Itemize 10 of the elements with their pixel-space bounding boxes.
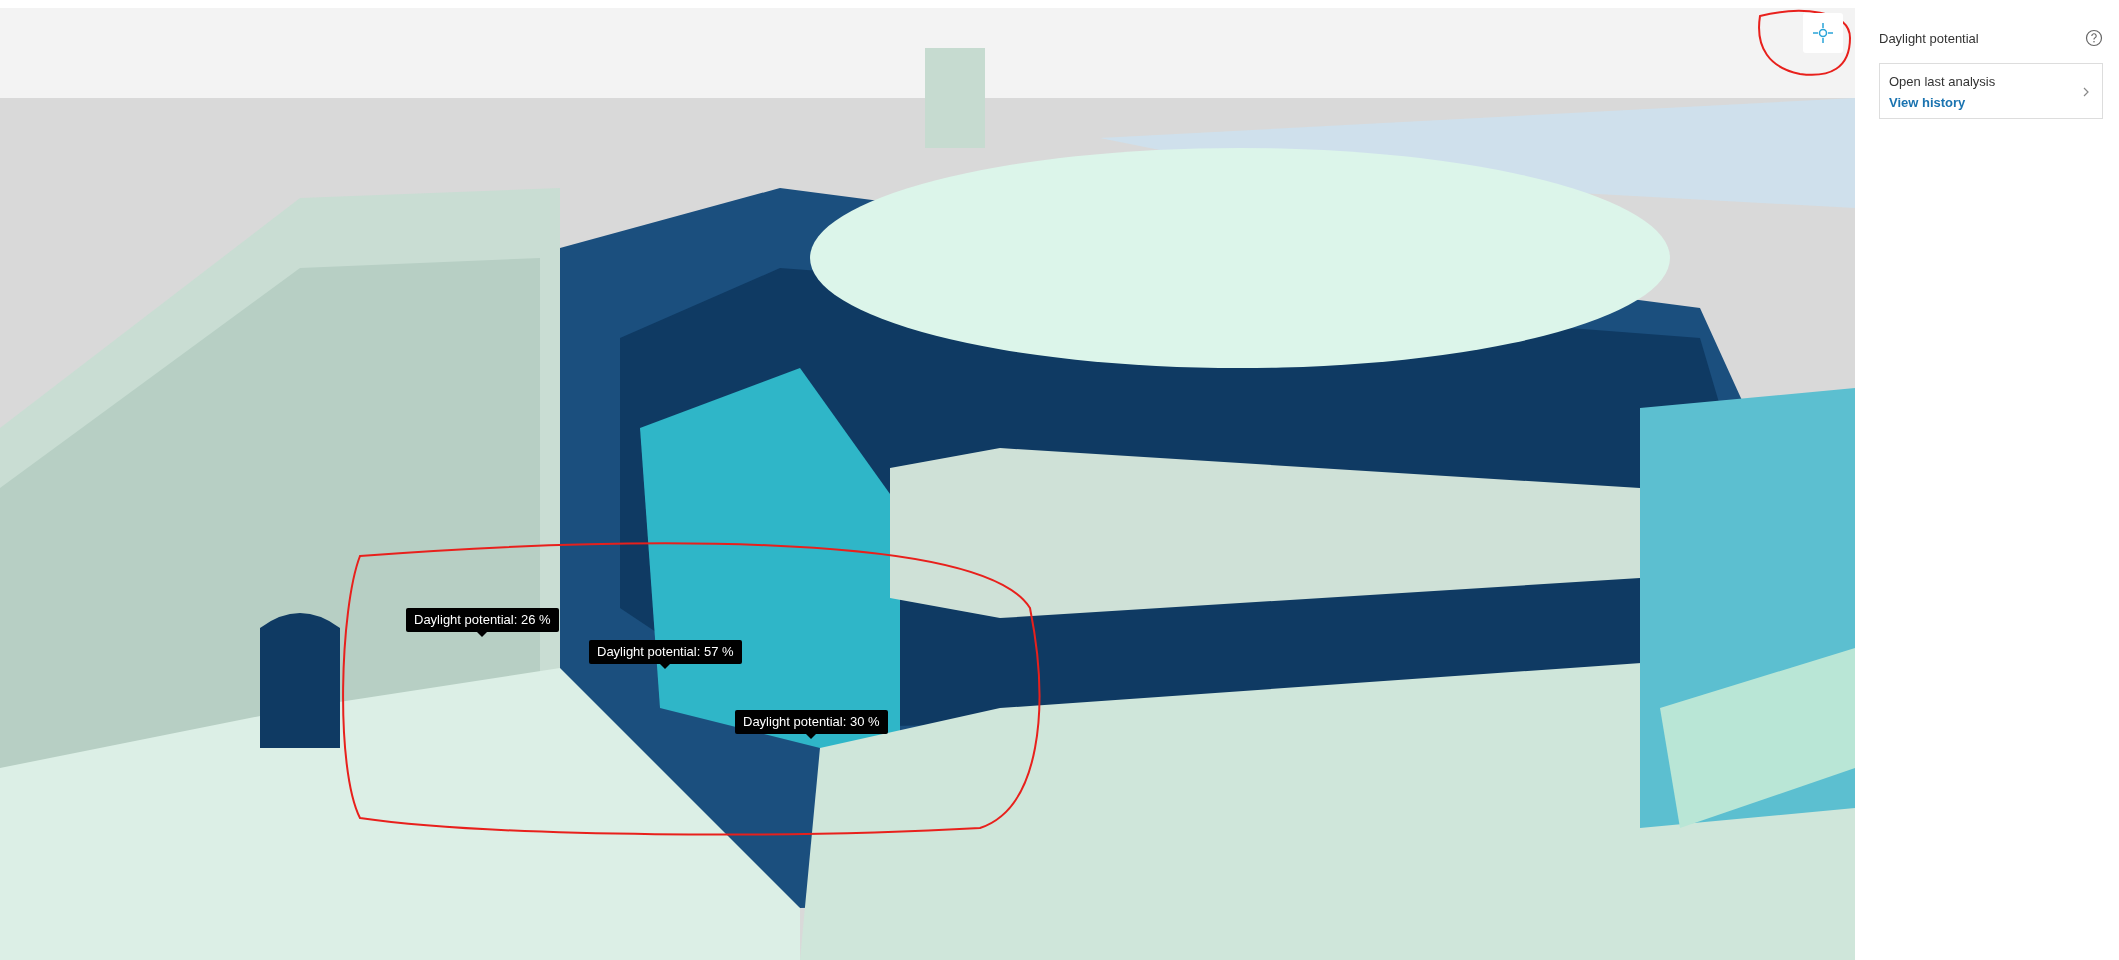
daylight-tooltip: Daylight potential: 26 % [406, 608, 559, 637]
panel-title: Daylight potential [1879, 30, 1979, 46]
card-label: Open last analysis [1889, 74, 1996, 89]
daylight-tooltip: Daylight potential: 30 % [735, 710, 888, 739]
daylight-tooltip: Daylight potential: 57 % [589, 640, 742, 669]
view-history-link[interactable]: View history [1889, 95, 1996, 110]
help-icon[interactable] [2085, 29, 2103, 47]
chevron-right-icon [2082, 86, 2090, 98]
crosshair-icon [1812, 22, 1834, 44]
analysis-card[interactable]: Open last analysis View history [1879, 63, 2103, 119]
